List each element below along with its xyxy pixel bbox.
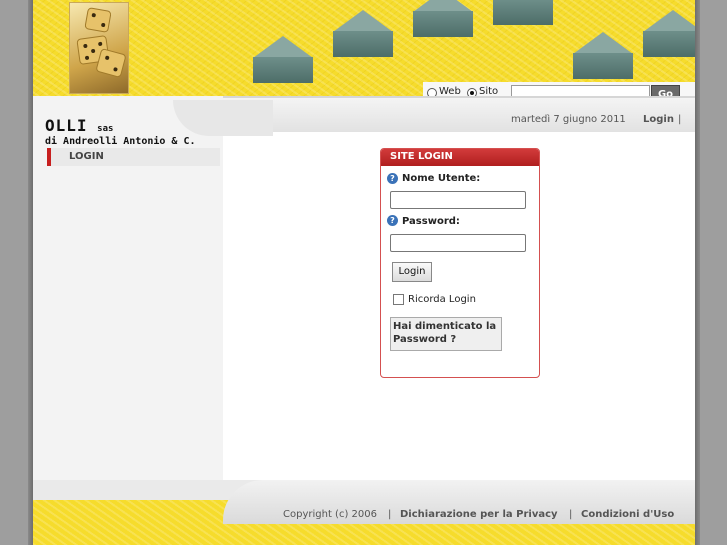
remember-checkbox[interactable] [393,294,404,305]
forgot-password-button[interactable]: Hai dimenticato la Password ? [390,317,502,351]
help-icon[interactable]: ? [387,215,398,226]
login-box-title: SITE LOGIN [381,149,539,166]
topbar-separator: | [678,114,682,125]
sidebar-item-label: LOGIN [69,151,104,162]
header-banner: Web Sito Go [33,0,695,108]
brand-suffix: sas [97,124,114,134]
login-link[interactable]: Login [643,114,674,125]
right-shadow [695,0,700,545]
terms-link[interactable]: Condizioni d'Uso [581,509,674,520]
dice-icon [69,2,129,94]
brand-name: OLLI [45,116,88,135]
brand: OLLI sas di Andreolli Antonio & C. [45,116,196,147]
password-input[interactable] [390,234,526,252]
footer-separator: | [569,509,573,520]
password-label: Password: [402,216,460,227]
login-box: SITE LOGIN ? Nome Utente: ? Password: Lo… [380,148,540,378]
sidebar-item-login[interactable]: LOGIN [47,148,220,166]
remember-label: Ricorda Login [408,294,476,305]
current-date: martedì 7 giugno 2011 [511,114,626,125]
username-input[interactable] [390,191,526,209]
privacy-link[interactable]: Dichiarazione per la Privacy [400,509,558,520]
login-button[interactable]: Login [392,262,432,282]
page-container: Web Sito Go OLLI sas di Andreolli Antoni… [33,0,695,545]
brand-subtitle: di Andreolli Antonio & C. [45,136,196,147]
copyright-text: Copyright (c) 2006 [283,509,377,520]
footer-separator: | [388,509,392,520]
username-label: Nome Utente: [402,173,481,184]
help-icon[interactable]: ? [387,173,398,184]
